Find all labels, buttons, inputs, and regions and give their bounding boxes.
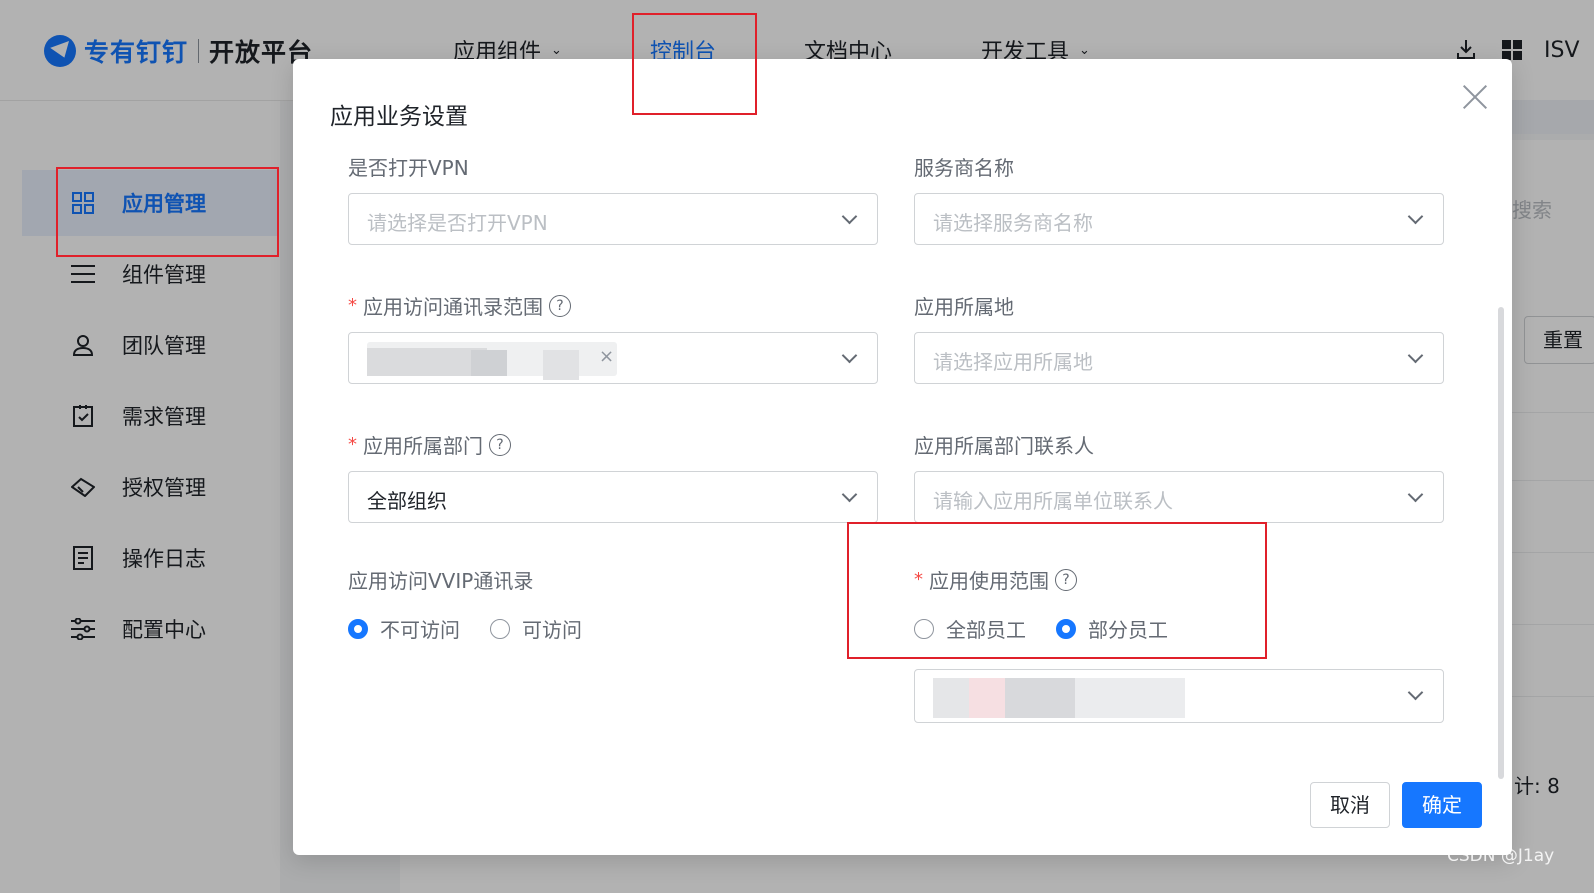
provider-select[interactable]: 请选择服务商名称 bbox=[914, 193, 1444, 245]
field-label-text: 应用所属地 bbox=[914, 295, 1014, 319]
provider-label: 服务商名称 bbox=[914, 152, 1014, 181]
radio-checked-icon bbox=[1056, 618, 1076, 639]
location-select[interactable]: 请选择应用所属地 bbox=[914, 332, 1444, 384]
redacted-content bbox=[1075, 678, 1185, 718]
redacted-content bbox=[543, 350, 579, 380]
radio-label: 不可访问 bbox=[380, 618, 460, 642]
tag-close-icon[interactable]: × bbox=[599, 346, 614, 367]
redacted-content bbox=[471, 350, 507, 376]
vpn-select[interactable]: 请选择是否打开VPN bbox=[348, 193, 878, 245]
staff-picker-select[interactable] bbox=[914, 669, 1444, 723]
help-icon[interactable]: ? bbox=[489, 433, 511, 456]
dialog-scrollbar[interactable] bbox=[1498, 307, 1504, 779]
cancel-button[interactable]: 取消 bbox=[1310, 782, 1390, 828]
select-placeholder: 请选择服务商名称 bbox=[933, 211, 1093, 235]
vvip-radio-group: 不可访问 可访问 bbox=[348, 614, 612, 643]
help-icon[interactable]: ? bbox=[1055, 568, 1077, 591]
confirm-button[interactable]: 确定 bbox=[1402, 782, 1482, 828]
select-placeholder: 请选择应用所属地 bbox=[933, 350, 1093, 374]
required-mark: * bbox=[348, 434, 357, 455]
radio-all-staff[interactable]: 全部员工 bbox=[914, 614, 1026, 643]
department-select[interactable]: 全部组织 bbox=[348, 471, 878, 523]
redacted-content bbox=[933, 678, 969, 718]
redacted-content bbox=[367, 348, 487, 376]
select-value: 全部组织 bbox=[367, 489, 447, 513]
contacts-scope-label: * 应用访问通讯录范围 ? bbox=[348, 291, 571, 320]
close-icon[interactable] bbox=[1460, 81, 1490, 111]
dept-contact-select[interactable]: 请输入应用所属单位联系人 bbox=[914, 471, 1444, 523]
redacted-content bbox=[1005, 678, 1075, 718]
location-label: 应用所属地 bbox=[914, 291, 1014, 320]
chevron-down-icon bbox=[1407, 684, 1424, 701]
dept-contact-label: 应用所属部门联系人 bbox=[914, 430, 1094, 459]
vvip-label: 应用访问VVIP通讯录 bbox=[348, 565, 533, 594]
radio-unchecked-icon bbox=[490, 618, 510, 639]
chevron-down-icon bbox=[1407, 486, 1424, 503]
radio-accessible[interactable]: 可访问 bbox=[490, 614, 582, 643]
department-label: * 应用所属部门 ? bbox=[348, 430, 511, 459]
field-label-text: 应用所属部门联系人 bbox=[914, 434, 1094, 458]
radio-checked-icon bbox=[348, 618, 368, 639]
chevron-down-icon bbox=[841, 347, 858, 364]
help-icon[interactable]: ? bbox=[549, 294, 571, 317]
contacts-scope-select[interactable]: × bbox=[348, 332, 878, 384]
radio-unchecked-icon bbox=[914, 618, 934, 639]
field-label-text: 服务商名称 bbox=[914, 156, 1014, 180]
field-label-text: 应用访问VVIP通讯录 bbox=[348, 569, 534, 593]
radio-label: 全部员工 bbox=[946, 618, 1026, 642]
chevron-down-icon bbox=[841, 486, 858, 503]
field-label-text: 应用使用范围 bbox=[929, 569, 1049, 593]
field-label-text: 应用所属部门 bbox=[363, 434, 483, 458]
radio-not-accessible[interactable]: 不可访问 bbox=[348, 614, 460, 643]
watermark: CSDN @J1ay bbox=[1447, 846, 1555, 866]
app-business-settings-dialog: 应用业务设置 是否打开VPN 请选择是否打开VPN 服务商名称 请选择服务商名称… bbox=[293, 59, 1512, 855]
field-label-text: 应用访问通讯录范围 bbox=[363, 295, 543, 319]
usage-scope-label: * 应用使用范围 ? bbox=[914, 565, 1077, 594]
radio-label: 部分员工 bbox=[1088, 618, 1168, 642]
required-mark: * bbox=[348, 295, 357, 316]
chevron-down-icon bbox=[841, 208, 858, 225]
select-placeholder: 请选择是否打开VPN bbox=[367, 211, 548, 235]
redacted-content bbox=[969, 678, 1005, 718]
dialog-title: 应用业务设置 bbox=[330, 104, 468, 130]
radio-label: 可访问 bbox=[522, 618, 582, 642]
vpn-label: 是否打开VPN bbox=[348, 152, 469, 181]
required-mark: * bbox=[914, 569, 923, 590]
usage-scope-radio-group: 全部员工 部分员工 bbox=[914, 614, 1198, 643]
selected-tag: × bbox=[367, 342, 617, 380]
chevron-down-icon bbox=[1407, 347, 1424, 364]
select-placeholder: 请输入应用所属单位联系人 bbox=[933, 489, 1173, 513]
field-label-text: 是否打开VPN bbox=[348, 156, 469, 180]
radio-partial-staff[interactable]: 部分员工 bbox=[1056, 614, 1168, 643]
chevron-down-icon bbox=[1407, 208, 1424, 225]
